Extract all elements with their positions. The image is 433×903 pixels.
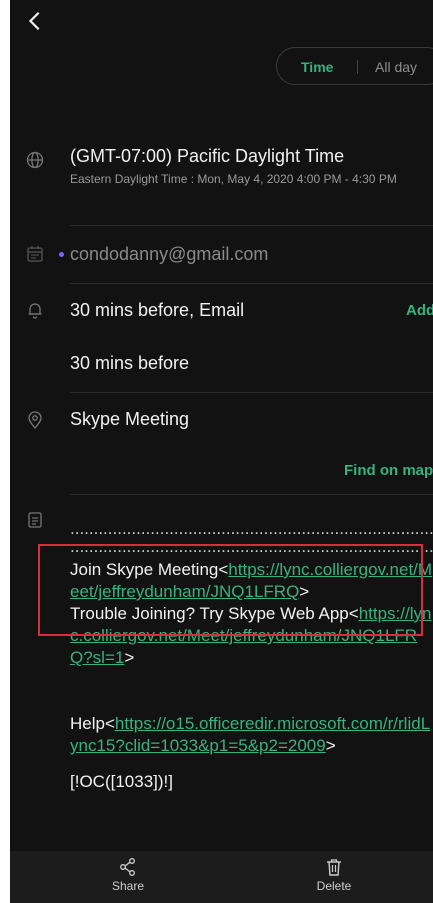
highlight-box (38, 544, 423, 636)
event-detail-screen: Time All day (GMT-07:00) Pacific Dayligh… (10, 0, 433, 903)
delete-label: Delete (316, 879, 352, 893)
time-allday-toggle: Time All day (276, 47, 433, 85)
notes-separator: ........................................… (70, 523, 433, 538)
location-value[interactable]: Skype Meeting (70, 409, 433, 430)
notes-icon (28, 512, 42, 528)
chevron-left-icon[interactable] (24, 10, 46, 32)
share-label: Share (111, 879, 145, 893)
share-icon (120, 858, 135, 876)
bottom-action-bar: Share Delete (10, 851, 433, 903)
time-option[interactable]: Time (301, 48, 333, 86)
find-on-map-button[interactable]: Find on map (344, 462, 433, 479)
globe-icon (26, 151, 44, 169)
calendar-color-dot (59, 252, 64, 257)
delete-button[interactable]: Delete (294, 857, 374, 893)
timezone-primary[interactable]: (GMT-07:00) Pacific Daylight Time (70, 146, 433, 167)
bell-icon (28, 303, 42, 319)
toggle-divider (357, 60, 358, 74)
divider (70, 225, 433, 226)
calendar-account[interactable]: condodanny@gmail.com (70, 244, 433, 265)
divider (70, 494, 433, 495)
divider (70, 392, 433, 393)
notes-footer: [!OC([1033])!] (70, 772, 173, 791)
trash-icon (327, 859, 341, 876)
help-link[interactable]: https://o15.officeredir.microsoft.com/r/… (70, 714, 430, 755)
help-text: Help< (70, 714, 115, 733)
help-paragraph: Help<https://o15.officeredir.microsoft.c… (70, 713, 433, 757)
help-suffix: > (325, 736, 336, 755)
share-button[interactable]: Share (88, 857, 168, 893)
reminder-first[interactable]: 30 mins before, Email (70, 300, 433, 321)
reminder-second[interactable]: 30 mins before (70, 353, 433, 374)
divider (70, 283, 433, 284)
timezone-secondary: Eastern Daylight Time : Mon, May 4, 2020… (70, 172, 397, 186)
trouble-joining-suffix: > (124, 648, 135, 667)
add-reminder-button[interactable]: Add (406, 302, 433, 319)
allday-option[interactable]: All day (375, 48, 417, 86)
location-pin-icon (28, 411, 42, 430)
calendar-icon (27, 246, 43, 262)
